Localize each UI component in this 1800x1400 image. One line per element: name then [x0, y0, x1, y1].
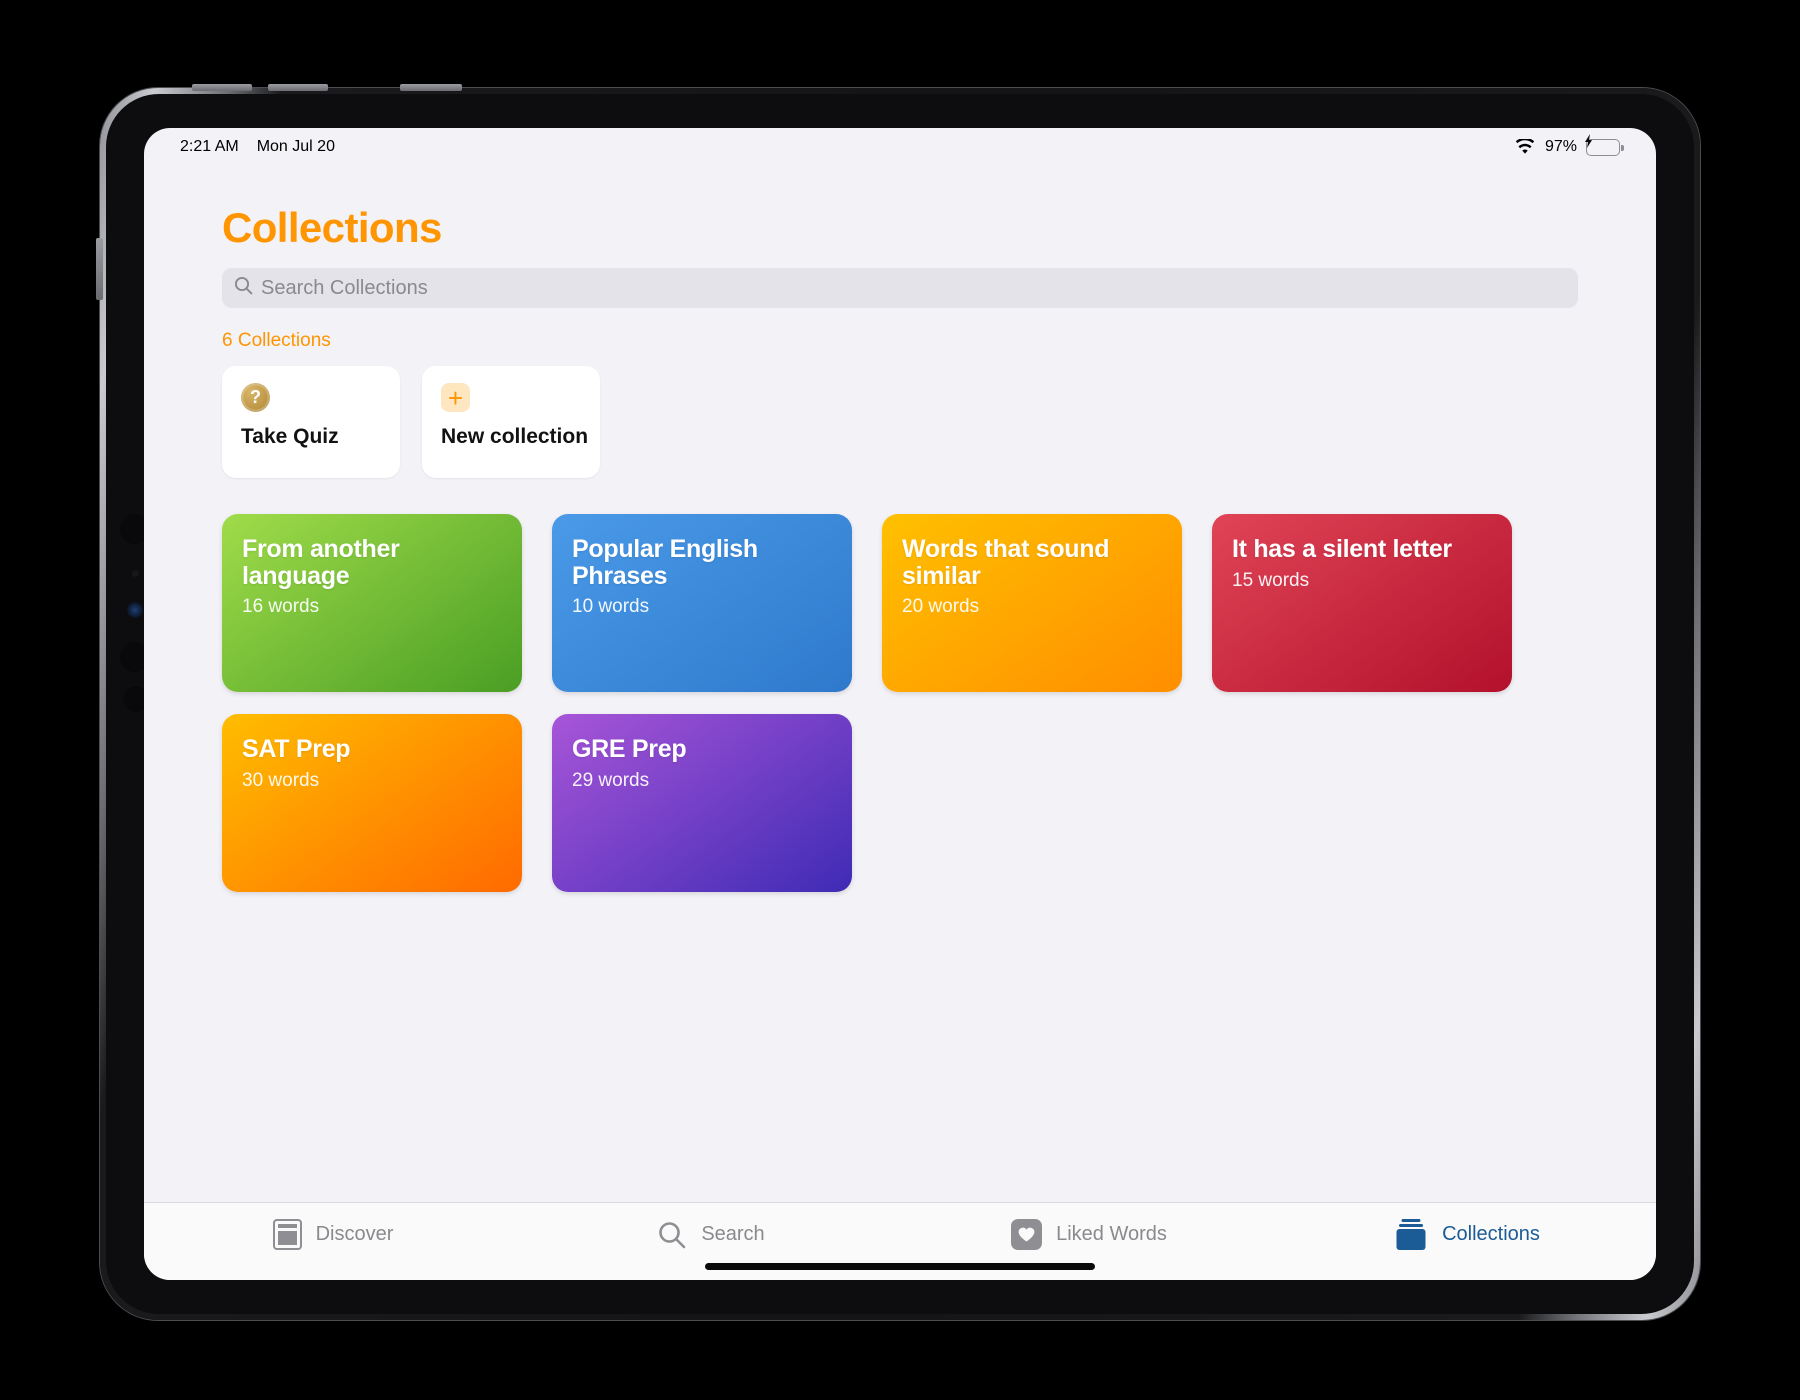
volume-up-button[interactable] — [192, 84, 252, 91]
status-bar-left: 2:21 AM Mon Jul 20 — [180, 138, 335, 156]
collection-card[interactable]: GRE Prep 29 words — [552, 714, 852, 892]
collection-card[interactable]: From another language 16 words — [222, 514, 522, 692]
status-time: 2:21 AM — [180, 138, 239, 155]
face-id-sensor-icon — [127, 602, 143, 618]
collection-title: GRE Prep — [572, 735, 687, 763]
wifi-icon — [1514, 137, 1536, 155]
ambient-sensor-icon — [132, 570, 139, 577]
collections-grid: From another language 16 words Popular E… — [222, 514, 1578, 892]
tab-discover[interactable]: Discover — [144, 1203, 522, 1280]
action-cards-row: ? Take Quiz + New collection — [222, 366, 1578, 478]
collection-word-count: 16 words — [242, 596, 320, 617]
status-date: Mon Jul 20 — [256, 138, 335, 155]
collection-title: From another language — [242, 535, 400, 590]
new-collection-card[interactable]: + New collection — [422, 366, 600, 478]
collection-title: SAT Prep — [242, 735, 351, 763]
search-collections-field[interactable]: Search Collections — [222, 268, 1578, 308]
collections-stack-icon — [1394, 1218, 1428, 1251]
new-collection-label: New collection — [441, 425, 589, 448]
search-icon — [657, 1220, 687, 1250]
collection-title: Popular English Phrases — [572, 535, 758, 590]
status-bar-right: 97% — [1514, 134, 1624, 156]
collection-word-count: 20 words — [902, 596, 980, 617]
tab-liked-words-label: Liked Words — [1056, 1223, 1167, 1245]
search-icon — [234, 276, 253, 300]
collections-count-label: 6 Collections — [222, 330, 331, 351]
power-button[interactable] — [400, 84, 462, 91]
page-title: Collections — [222, 204, 442, 251]
status-bar: 2:21 AM Mon Jul 20 97% — [144, 128, 1656, 166]
side-button[interactable] — [96, 238, 103, 300]
battery-percent-label: 97% — [1544, 138, 1577, 155]
collection-title: It has a silent letter — [1232, 535, 1452, 563]
battery-icon — [1584, 134, 1624, 156]
collection-card[interactable]: It has a silent letter 15 words — [1212, 514, 1512, 692]
tab-collections[interactable]: Collections — [1278, 1203, 1656, 1280]
collection-word-count: 30 words — [242, 769, 320, 791]
plus-icon: + — [441, 383, 470, 412]
take-quiz-card[interactable]: ? Take Quiz — [222, 366, 400, 478]
device-body: 2:21 AM Mon Jul 20 97% Collections Searc… — [106, 94, 1694, 1314]
main-content: Collections Search Collections 6 Collect… — [144, 166, 1656, 1202]
tab-discover-label: Discover — [315, 1223, 394, 1245]
search-placeholder: Search Collections — [261, 276, 428, 299]
collection-word-count: 10 words — [572, 596, 650, 617]
book-icon — [272, 1219, 302, 1250]
take-quiz-label: Take Quiz — [241, 425, 339, 448]
volume-down-button[interactable] — [268, 84, 328, 91]
collection-card[interactable]: SAT Prep 30 words — [222, 714, 522, 892]
heart-icon — [1011, 1219, 1043, 1250]
tab-search-label: Search — [701, 1223, 765, 1245]
collection-card[interactable]: Popular English Phrases 10 words — [552, 514, 852, 692]
collection-card[interactable]: Words that sound similar 20 words — [882, 514, 1182, 692]
tab-collections-label: Collections — [1442, 1223, 1540, 1245]
question-mark-circle-icon: ? — [241, 383, 270, 412]
collection-title: Words that sound similar — [902, 535, 1110, 590]
ipad-screen: 2:21 AM Mon Jul 20 97% Collections Searc… — [144, 128, 1656, 1280]
collection-word-count: 29 words — [572, 769, 650, 791]
ipad-device-frame: 2:21 AM Mon Jul 20 97% Collections Searc… — [96, 84, 1700, 1320]
collection-word-count: 15 words — [1232, 569, 1310, 591]
home-indicator[interactable] — [705, 1263, 1095, 1270]
